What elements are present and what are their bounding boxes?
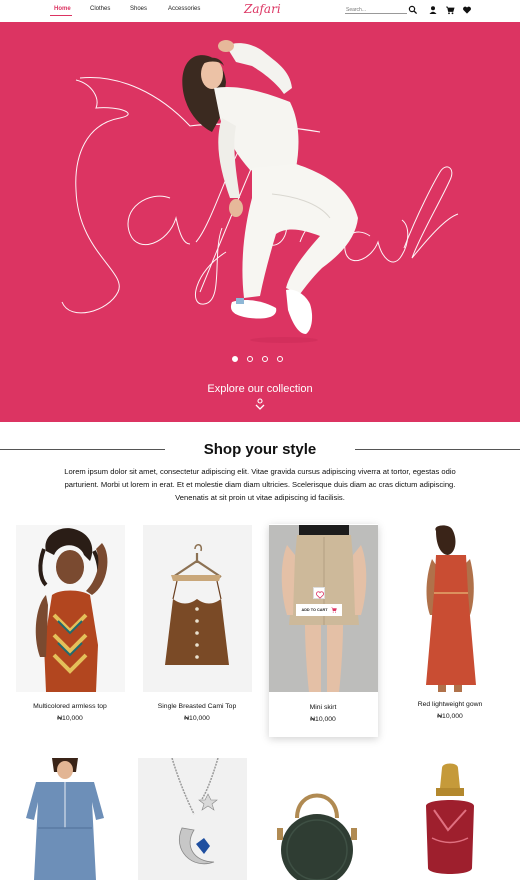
heart-outline-icon: [316, 591, 324, 599]
search-underline: [345, 13, 407, 14]
product-image-moon-necklace[interactable]: [138, 758, 247, 880]
carousel-dot-3[interactable]: [262, 356, 268, 362]
product-price: ₦10,000: [437, 713, 463, 720]
logo[interactable]: Zafari: [244, 2, 281, 16]
explore-collection-link[interactable]: Explore our collection: [0, 383, 520, 395]
divider-right: [355, 449, 520, 450]
product-image-round-bag[interactable]: [263, 758, 372, 880]
heart-icon[interactable]: [462, 5, 472, 15]
product-name[interactable]: Single Breasted Cami Top: [127, 703, 267, 710]
carousel-dots: [232, 356, 283, 362]
carousel-dot-1[interactable]: [232, 356, 238, 362]
product-image-multicolored-top[interactable]: [16, 525, 125, 692]
nav-accessories[interactable]: Accessories: [168, 6, 200, 12]
product-name[interactable]: Red lightweight gown: [380, 701, 520, 708]
top-nav: Home Clothes Shoes Accessories Zafari Se…: [0, 0, 520, 22]
hero-banner: Explore our collection: [0, 22, 520, 422]
product-price: ₦10,000: [310, 716, 336, 723]
wishlist-button[interactable]: [313, 587, 325, 599]
product-name[interactable]: Multicolored armless top: [0, 703, 140, 710]
product-price: ₦10,000: [57, 715, 83, 722]
nav-clothes[interactable]: Clothes: [90, 6, 110, 12]
cart-icon[interactable]: [445, 5, 455, 15]
product-image-denim-dress[interactable]: [12, 758, 121, 880]
add-to-cart-button[interactable]: ADD TO CART: [296, 604, 342, 616]
nav-shoes[interactable]: Shoes: [130, 6, 147, 12]
search-icon[interactable]: [408, 5, 418, 15]
section-description: Lorem ipsum dolor sit amet, consectetur …: [64, 467, 456, 502]
user-icon[interactable]: [428, 5, 438, 15]
nav-active-underline: [50, 15, 72, 16]
product-name[interactable]: Mini skirt: [253, 704, 393, 711]
scroll-down-icon[interactable]: [254, 398, 266, 412]
cart-icon: [330, 607, 337, 613]
product-image-perfume[interactable]: [396, 758, 505, 880]
add-to-cart-label: ADD TO CART: [301, 608, 328, 612]
product-image-red-gown[interactable]: [396, 525, 505, 692]
product-image-cami-top[interactable]: [143, 525, 252, 692]
carousel-dot-4[interactable]: [277, 356, 283, 362]
hero-model-image: [182, 40, 358, 343]
nav-home[interactable]: Home: [54, 6, 71, 12]
carousel-dot-2[interactable]: [247, 356, 253, 362]
product-price: ₦10,000: [184, 715, 210, 722]
